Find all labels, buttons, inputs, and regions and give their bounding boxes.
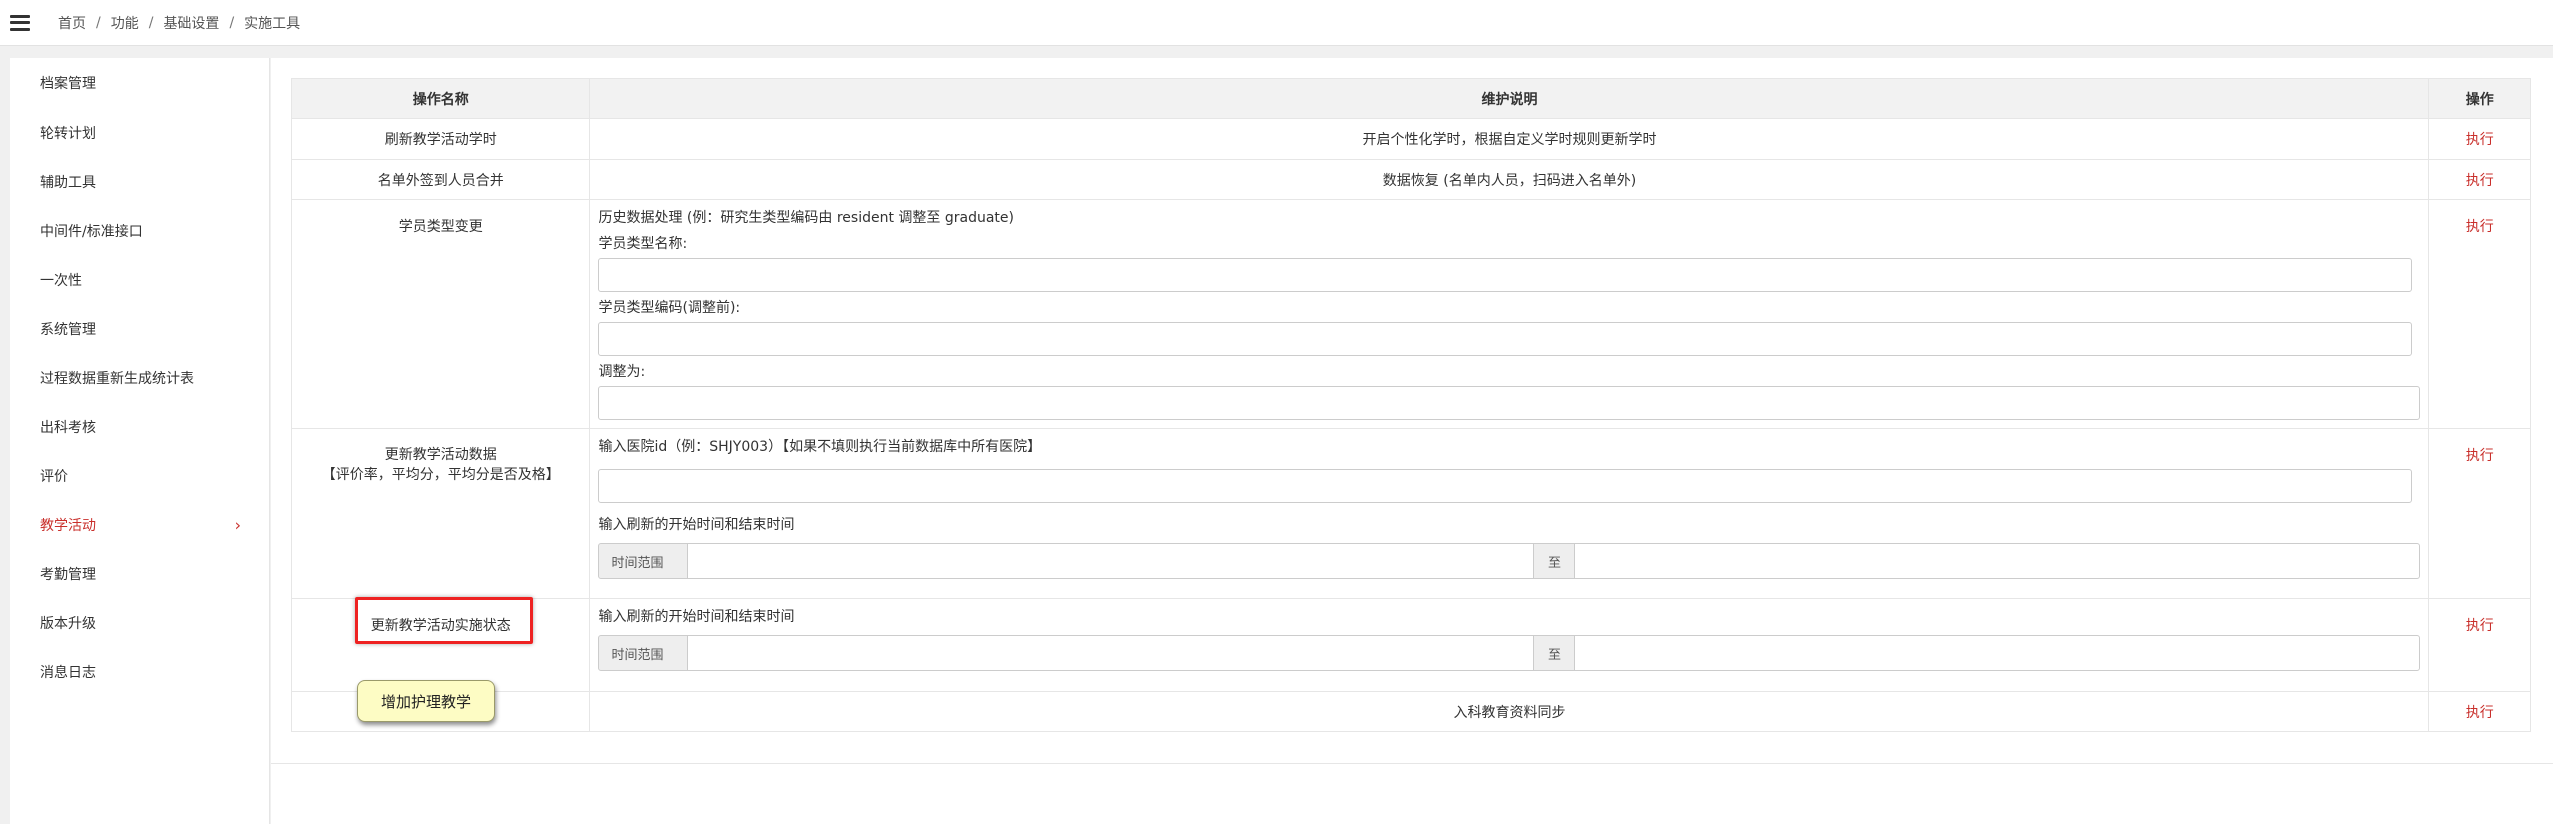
breadcrumb-current: 实施工具 xyxy=(244,15,301,32)
breadcrumb-home[interactable]: 首页 xyxy=(58,13,86,33)
op-name-line2: 【评价率，平均分，平均分是否及格】 xyxy=(321,467,560,483)
sidebar-item-label: 评价 xyxy=(40,468,68,485)
chevron-right-icon: › xyxy=(234,515,241,534)
sidebar-item-label: 轮转计划 xyxy=(40,125,96,142)
sidebar-item-regenerate-stats[interactable]: 过程数据重新生成统计表 xyxy=(10,353,269,402)
sidebar-item-label: 档案管理 xyxy=(40,76,96,92)
sidebar-item-label: 消息日志 xyxy=(40,664,96,681)
tools-panel: 操作名称 维护说明 操作 刷新教学活动学时 开启个性化学时，根据自定义学时规则更… xyxy=(271,58,2553,763)
breadcrumb-separator: / xyxy=(148,14,154,31)
main-content: 操作名称 维护说明 操作 刷新教学活动学时 开启个性化学时，根据自定义学时规则更… xyxy=(271,58,2553,824)
execute-button[interactable]: 执行 xyxy=(2428,691,2531,732)
sidebar-item-evaluation[interactable]: 评价 xyxy=(10,451,269,500)
time-range-label: 时间范围 xyxy=(598,635,689,671)
breadcrumb-separator: / xyxy=(229,14,235,31)
column-header-name: 操作名称 xyxy=(290,78,591,119)
sidebar-item-attendance[interactable]: 考勤管理 xyxy=(10,549,269,598)
op-name: 刷新教学活动学时 xyxy=(290,118,591,160)
sidebar-item-rotation-plan[interactable]: 轮转计划 xyxy=(10,108,269,157)
table-header-row: 操作名称 维护说明 操作 xyxy=(290,78,2531,119)
time-range-group: 时间范围 至 xyxy=(598,543,2421,579)
column-header-desc: 维护说明 xyxy=(589,78,2430,119)
top-bar: 首页 / 功能 / 基础设置 / 实施工具 xyxy=(0,0,2553,46)
execute-button[interactable]: 执行 xyxy=(2428,428,2531,599)
sidebar-item-label: 过程数据重新生成统计表 xyxy=(40,370,194,387)
op-name: 学员类型变更 xyxy=(290,199,591,429)
breadcrumb-basic-settings[interactable]: 基础设置 xyxy=(163,13,219,33)
end-time-input[interactable] xyxy=(1574,543,2421,579)
execute-link[interactable]: 执行 xyxy=(2466,705,2494,721)
sidebar-item-one-time[interactable]: 一次性 xyxy=(10,255,269,304)
execute-link[interactable]: 执行 xyxy=(2466,618,2494,634)
sidebar-item-label: 版本升级 xyxy=(40,615,96,632)
sidebar-item-message-log[interactable]: 消息日志 xyxy=(10,647,269,696)
time-range-hint: 输入刷新的开始时间和结束时间 xyxy=(598,517,795,533)
student-type-code-before-label: 学员类型编码(调整前): xyxy=(598,300,741,316)
sidebar-item-label: 辅助工具 xyxy=(40,174,96,191)
sidebar-item-system[interactable]: 系统管理 xyxy=(10,304,269,353)
end-time-input[interactable] xyxy=(1574,635,2421,671)
execute-button[interactable]: 执行 xyxy=(2428,598,2531,692)
sidebar-item-exam[interactable]: 出科考核 xyxy=(10,402,269,451)
op-desc-form: 输入医院id（例：SHJY003）【如果不填则执行当前数据库中所有医院】 输入刷… xyxy=(589,428,2430,599)
table-row: 更新教学活动数据 【评价率，平均分，平均分是否及格】 输入医院id（例：SHJY… xyxy=(290,428,2531,599)
breadcrumb-function[interactable]: 功能 xyxy=(111,13,139,33)
execute-button[interactable]: 执行 xyxy=(2428,199,2531,429)
column-header-action: 操作 xyxy=(2428,78,2531,119)
student-type-name-label: 学员类型名称: xyxy=(598,236,688,252)
op-desc-text: 输入医院id（例：SHJY003）【如果不填则执行当前数据库中所有医院】 xyxy=(598,439,1042,455)
time-range-hint: 输入刷新的开始时间和结束时间 xyxy=(598,609,795,625)
op-desc: 开启个性化学时，根据自定义学时规则更新学时 xyxy=(589,118,2430,160)
student-type-code-after-input[interactable] xyxy=(598,386,2421,420)
op-desc-form: 历史数据处理 (例：研究生类型编码由 resident 调整至 graduate… xyxy=(589,199,2430,429)
operations-table: 操作名称 维护说明 操作 刷新教学活动学时 开启个性化学时，根据自定义学时规则更… xyxy=(290,78,2531,732)
content-footer-area xyxy=(271,763,2553,824)
op-desc-text: 历史数据处理 (例：研究生类型编码由 resident 调整至 graduate… xyxy=(598,210,1014,226)
table-row: 入科教育资料同步 执行 xyxy=(290,691,2531,732)
execute-link[interactable]: 执行 xyxy=(2466,448,2494,464)
sidebar-item-label: 考勤管理 xyxy=(40,566,96,583)
sidebar-item-label: 系统管理 xyxy=(40,321,96,338)
time-range-label: 时间范围 xyxy=(598,543,689,579)
sidebar-item-middleware[interactable]: 中间件/标准接口 xyxy=(10,206,269,255)
op-desc-form: 输入刷新的开始时间和结束时间 时间范围 至 xyxy=(589,598,2430,692)
sidebar-item-archive[interactable]: 档案管理 xyxy=(10,58,269,108)
breadcrumb-separator: / xyxy=(96,14,101,31)
breadcrumb: 首页 / 功能 / 基础设置 / 实施工具 xyxy=(58,13,300,33)
range-to-label: 至 xyxy=(1534,543,1575,579)
start-time-input[interactable] xyxy=(688,635,1535,671)
start-time-input[interactable] xyxy=(688,543,1535,579)
student-type-name-input[interactable] xyxy=(598,258,2413,292)
op-name: 名单外签到人员合并 xyxy=(290,159,591,200)
op-desc: 数据恢复 (名单内人员，扫码进入名单外) xyxy=(589,159,2430,200)
execute-button[interactable]: 执行 xyxy=(2428,118,2531,160)
hamburger-icon[interactable] xyxy=(10,14,30,31)
tooltip-callout: 增加护理教学 xyxy=(357,680,495,722)
sidebar-item-label: 出科考核 xyxy=(40,419,96,436)
sidebar-item-label: 教学活动 xyxy=(40,517,96,534)
hospital-id-input[interactable] xyxy=(598,469,2413,503)
range-to-label: 至 xyxy=(1534,635,1575,671)
sidebar: 档案管理 轮转计划 辅助工具 中间件/标准接口 一次性 系统管理 过程数据重新生… xyxy=(10,58,270,824)
execute-link[interactable]: 执行 xyxy=(2466,132,2494,148)
op-name-line1: 更新教学活动数据 xyxy=(384,447,497,463)
op-desc: 入科教育资料同步 xyxy=(589,691,2430,732)
table-row: 名单外签到人员合并 数据恢复 (名单内人员，扫码进入名单外) 执行 xyxy=(290,159,2531,200)
student-type-code-before-input[interactable] xyxy=(598,322,2413,356)
table-row: 刷新教学活动学时 开启个性化学时，根据自定义学时规则更新学时 执行 xyxy=(290,118,2531,160)
highlight-annotation-box xyxy=(355,597,533,644)
execute-button[interactable]: 执行 xyxy=(2428,159,2531,200)
time-range-group: 时间范围 至 xyxy=(598,635,2421,671)
sidebar-item-teaching-activity[interactable]: 教学活动 › xyxy=(10,500,269,549)
table-row: 学员类型变更 历史数据处理 (例：研究生类型编码由 resident 调整至 g… xyxy=(290,199,2531,429)
table-row: 更新教学活动实施状态 输入刷新的开始时间和结束时间 时间范围 至 执行 xyxy=(290,598,2531,692)
sidebar-item-label: 中间件/标准接口 xyxy=(40,223,143,240)
student-type-code-after-label: 调整为: xyxy=(598,364,646,380)
execute-link[interactable]: 执行 xyxy=(2466,219,2494,235)
execute-link[interactable]: 执行 xyxy=(2466,173,2494,189)
sidebar-item-upgrade[interactable]: 版本升级 xyxy=(10,598,269,647)
op-name: 更新教学活动数据 【评价率，平均分，平均分是否及格】 xyxy=(290,428,591,599)
sidebar-item-label: 一次性 xyxy=(40,272,82,289)
sidebar-item-aux-tools[interactable]: 辅助工具 xyxy=(10,157,269,206)
